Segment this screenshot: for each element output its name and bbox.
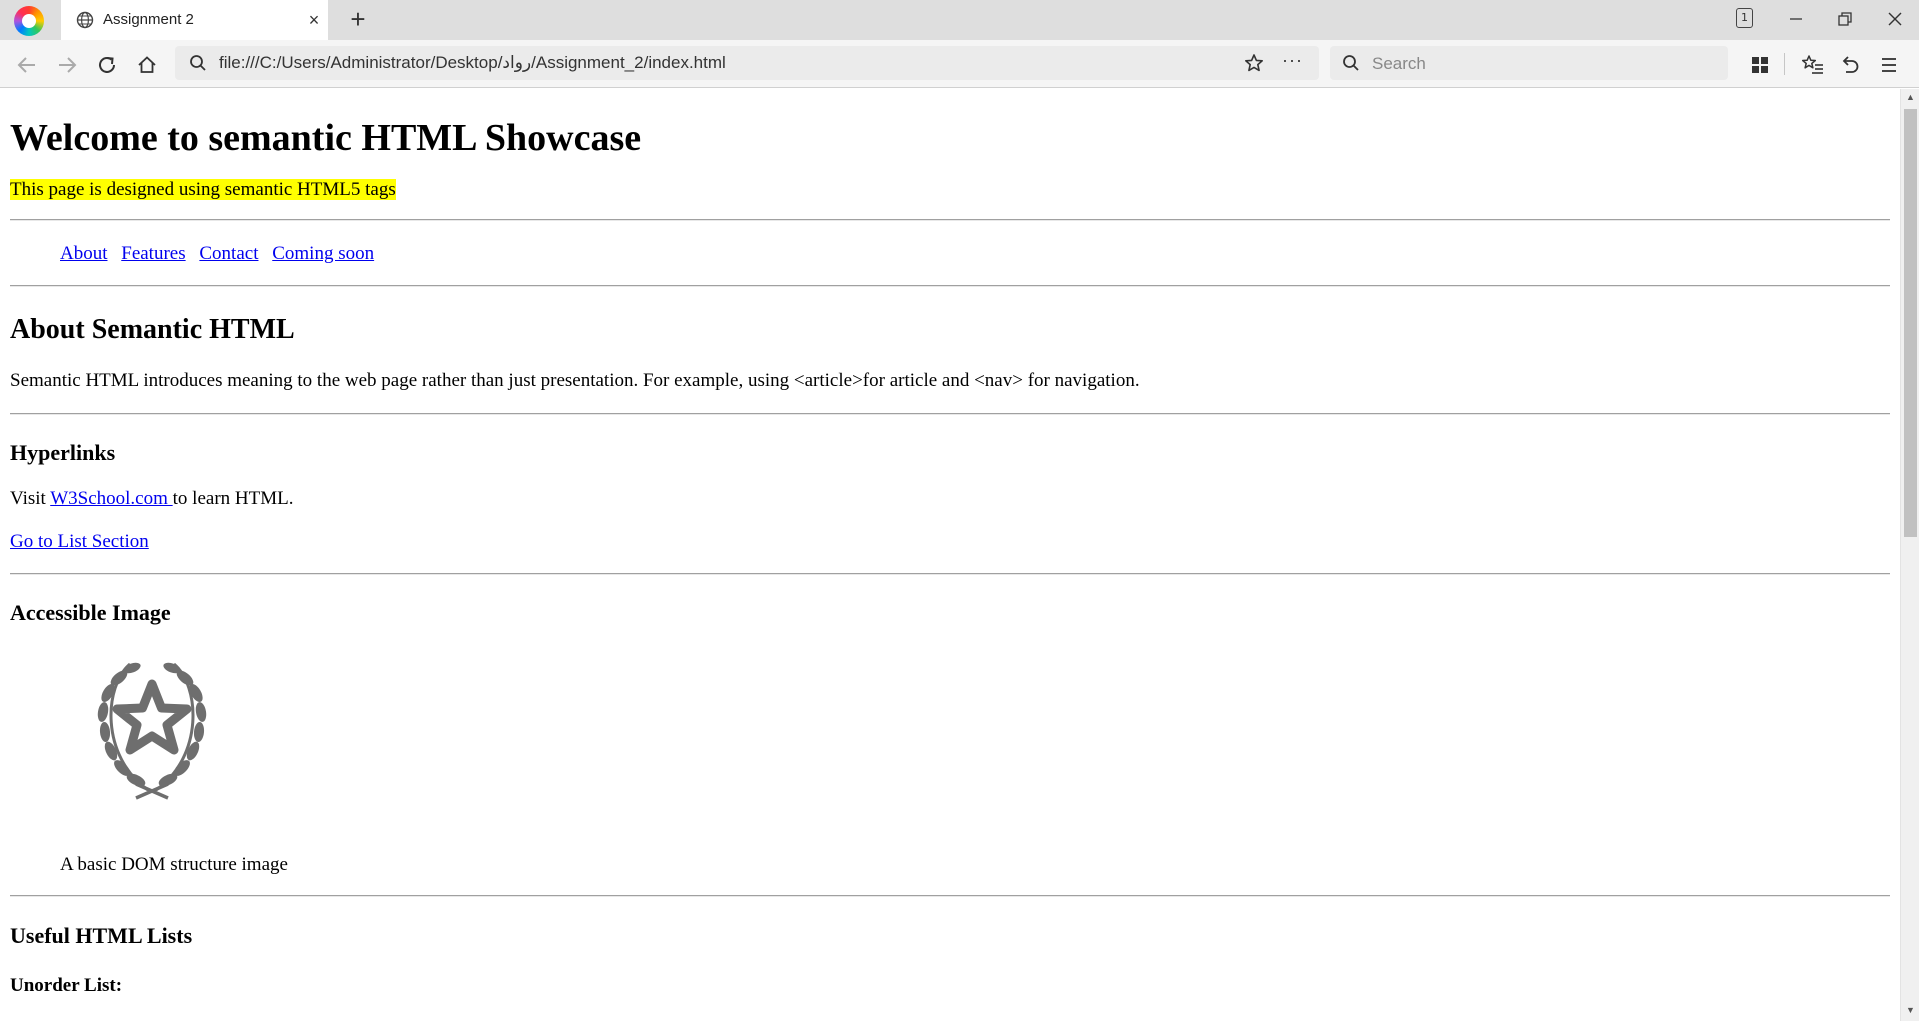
divider xyxy=(10,219,1890,221)
divider xyxy=(10,895,1890,897)
restore-icon[interactable] xyxy=(1828,4,1862,34)
scroll-up-arrow-icon[interactable]: ▲ xyxy=(1906,92,1915,102)
page-title: Welcome to semantic HTML Showcase xyxy=(10,117,642,159)
toolbar-divider xyxy=(1784,53,1785,75)
more-menu-icon[interactable]: ··· xyxy=(1282,50,1303,71)
visit-suffix: to learn HTML. xyxy=(172,488,294,509)
nav-link-about[interactable]: About xyxy=(60,243,108,264)
scrollbar-thumb[interactable] xyxy=(1904,109,1917,537)
minimize-icon[interactable] xyxy=(1779,4,1813,34)
browser-logo-icon[interactable] xyxy=(14,6,44,36)
go-to-list-link[interactable]: Go to List Section xyxy=(10,531,149,552)
page-nav: About Features Contact Coming soon xyxy=(60,243,1900,265)
divider xyxy=(10,285,1890,287)
apps-grid-icon[interactable] xyxy=(1747,52,1773,78)
divider xyxy=(10,413,1890,415)
close-window-icon[interactable] xyxy=(1878,4,1912,34)
nav-link-features[interactable]: Features xyxy=(121,243,185,264)
url-text: file:///C:/Users/Administrator/Desktop/ر… xyxy=(219,53,726,72)
hyperlinks-heading: Hyperlinks xyxy=(10,440,116,465)
forward-arrow-icon[interactable] xyxy=(54,52,80,78)
lists-heading: Useful HTML Lists xyxy=(10,923,193,948)
nav-toolbar: file:///C:/Users/Administrator/Desktop/ر… xyxy=(0,40,1919,88)
about-heading: About Semantic HTML xyxy=(10,314,295,345)
about-text: Semantic HTML introduces meaning to the … xyxy=(10,370,1140,391)
image-figure: A basic DOM structure image xyxy=(60,656,1900,876)
search-input: Search xyxy=(1372,54,1426,73)
hamburger-menu-icon[interactable] xyxy=(1876,52,1902,78)
reload-icon[interactable] xyxy=(94,52,120,78)
visit-prefix: Visit xyxy=(10,488,51,509)
nav-link-coming-soon[interactable]: Coming soon xyxy=(272,243,374,264)
page-content: Welcome to semantic HTML Showcase This p… xyxy=(0,89,1900,1021)
laurel-star-icon xyxy=(97,662,207,800)
undo-icon[interactable] xyxy=(1837,52,1863,78)
image-heading: Accessible Image xyxy=(10,600,171,625)
back-arrow-icon[interactable] xyxy=(14,52,40,78)
scroll-down-arrow-icon[interactable]: ▼ xyxy=(1906,1005,1915,1015)
search-bar[interactable]: Search xyxy=(1330,46,1728,80)
list-link-paragraph: Go to List Section xyxy=(10,531,1890,553)
nav-link-contact[interactable]: Contact xyxy=(199,243,258,264)
new-tab-button[interactable]: + xyxy=(344,6,372,34)
visit-text: Visit W3School.com to learn HTML. xyxy=(10,488,1890,510)
address-bar[interactable]: file:///C:/Users/Administrator/Desktop/ر… xyxy=(175,46,1319,80)
tab-strip: Assignment 2 × + 1 xyxy=(0,0,1919,40)
w3school-link[interactable]: W3School.com xyxy=(50,488,172,509)
page-subtitle: This page is designed using semantic HTM… xyxy=(10,179,1890,201)
favorites-list-icon[interactable] xyxy=(1800,52,1826,78)
search-icon xyxy=(190,55,206,71)
tab-close-icon[interactable]: × xyxy=(304,10,324,30)
tab-title: Assignment 2 xyxy=(103,11,194,28)
tab-assignment-2[interactable]: Assignment 2 × xyxy=(61,0,328,40)
globe-icon xyxy=(76,11,94,29)
divider xyxy=(10,573,1890,575)
tab-count-button[interactable]: 1 xyxy=(1736,8,1753,28)
image-caption: A basic DOM structure image xyxy=(60,854,288,875)
bookmark-star-icon[interactable] xyxy=(1244,53,1264,73)
home-icon[interactable] xyxy=(134,52,160,78)
unordered-list-label: Unorder List: xyxy=(10,975,123,996)
page-scrollbar[interactable]: ▲ ▼ xyxy=(1900,89,1919,1021)
search-icon xyxy=(1343,55,1359,71)
subtitle-highlight: This page is designed using semantic HTM… xyxy=(10,179,396,200)
